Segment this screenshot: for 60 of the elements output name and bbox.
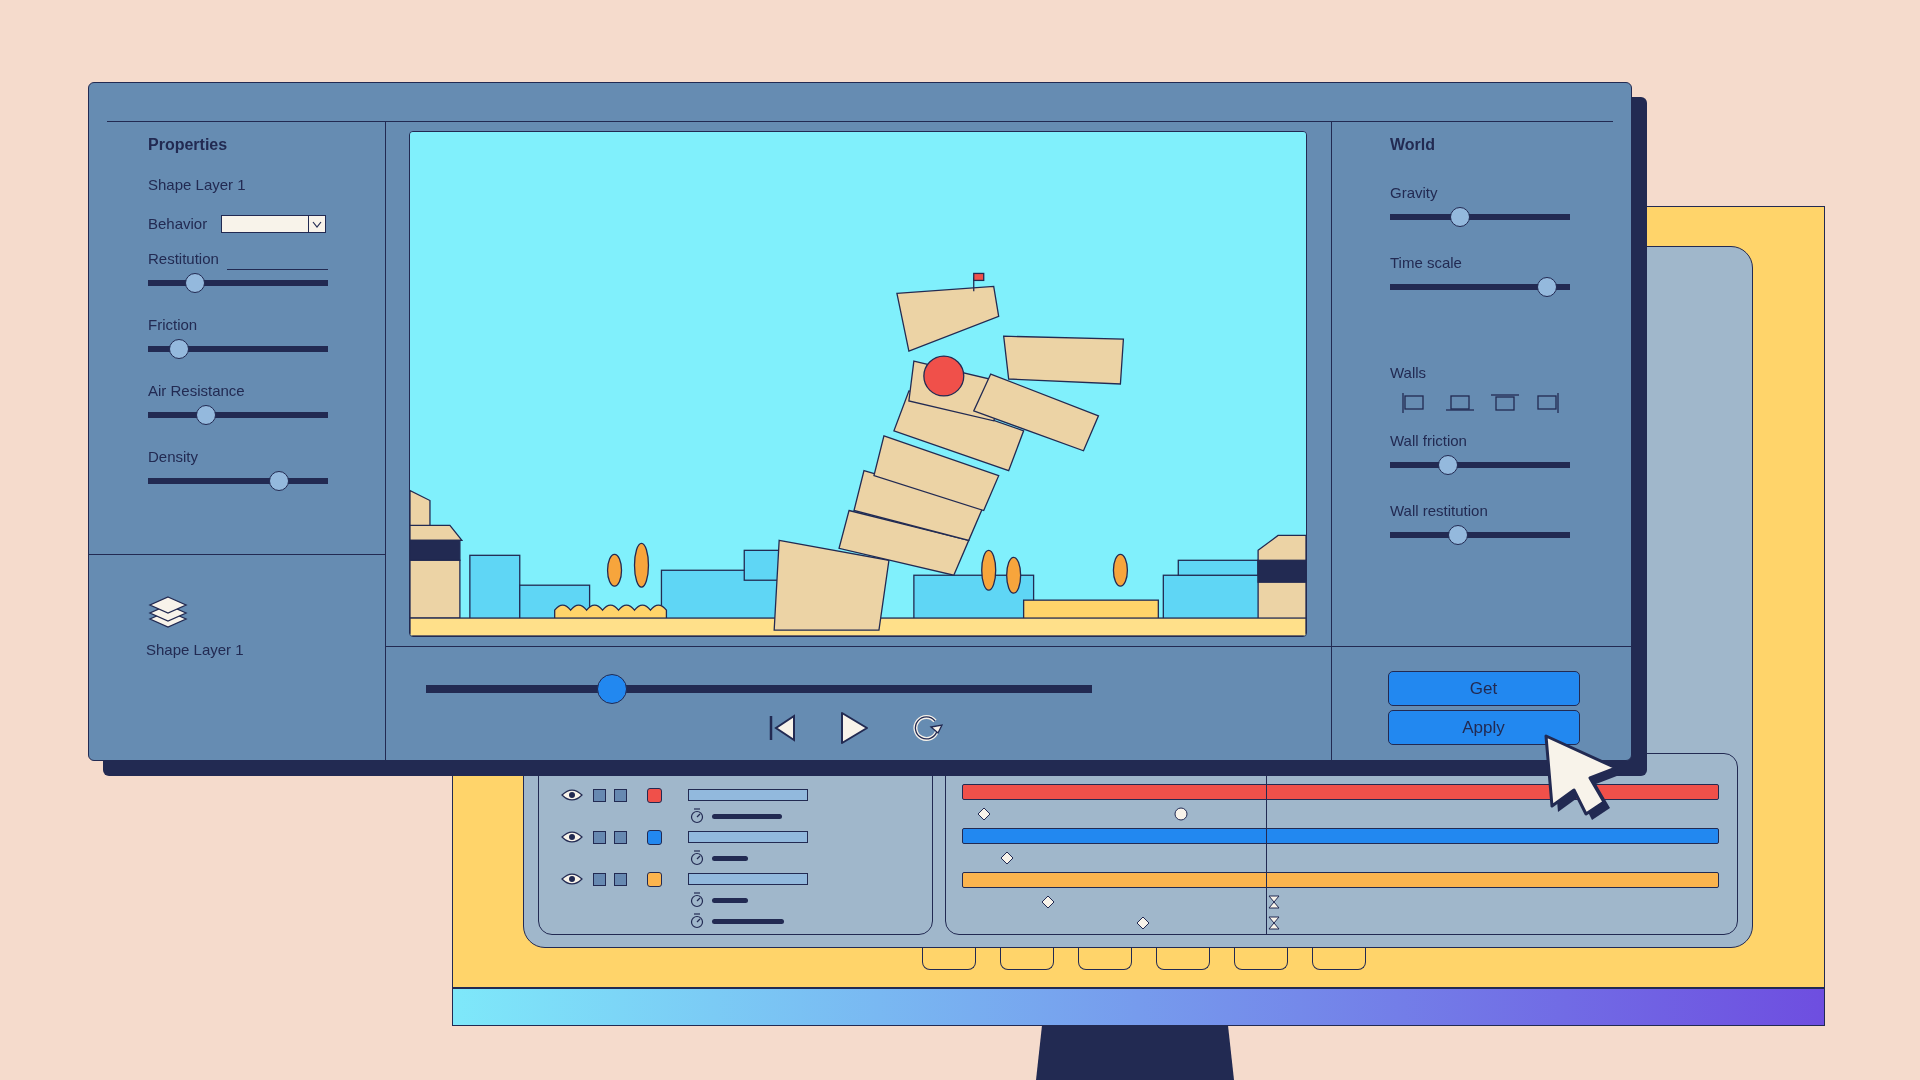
property-bar (712, 918, 784, 924)
slider-thumb[interactable] (1536, 277, 1557, 297)
stopwatch-icon (690, 850, 704, 866)
wall-top-icon[interactable] (1490, 392, 1520, 414)
play-icon[interactable] (838, 711, 869, 745)
layer-name[interactable]: Shape Layer 1 (146, 641, 244, 659)
eye-icon[interactable] (561, 788, 583, 802)
keyframe-hourglass-icon[interactable] (1267, 895, 1282, 909)
keyframe-hourglass-icon[interactable] (1267, 916, 1282, 930)
property-bar (712, 813, 782, 819)
keyframe-diamond-icon[interactable] (977, 807, 992, 821)
slider-label: Wall friction (1390, 432, 1468, 450)
slider-label: Friction (148, 316, 198, 334)
slider-thumb[interactable] (1448, 525, 1469, 545)
slider-thumb[interactable] (269, 471, 290, 491)
slider-label: Air Resistance (148, 382, 245, 400)
toggle-square[interactable] (614, 788, 627, 802)
toggle-square[interactable] (614, 872, 627, 886)
layer-bar[interactable] (688, 831, 808, 843)
toggle-square[interactable] (593, 830, 606, 844)
eye-icon[interactable] (561, 830, 583, 844)
track-bar[interactable] (962, 784, 1719, 800)
slider-label: Restitution (148, 250, 219, 268)
panel-title: Properties (148, 136, 229, 154)
stopwatch-icon (690, 892, 704, 908)
layer-bar[interactable] (688, 789, 808, 801)
slider-label: Density (148, 448, 199, 466)
keyframe-diamond-icon[interactable] (999, 851, 1014, 865)
section-label: Walls (1390, 364, 1428, 382)
field-label: Behavior (148, 215, 208, 233)
layer-name: Shape Layer 1 (148, 176, 247, 194)
eye-icon[interactable] (561, 872, 583, 886)
keyframe-circle-icon[interactable] (1173, 807, 1188, 821)
property-bar (712, 855, 748, 861)
action-button[interactable]: Apply (1387, 710, 1580, 745)
slider-thumb[interactable] (195, 405, 216, 425)
keyframe-diamond-icon[interactable] (1041, 895, 1056, 909)
wall-bottom-icon[interactable] (1445, 392, 1475, 414)
stopwatch-icon (690, 913, 704, 929)
behavior-dropdown[interactable] (221, 215, 327, 233)
toggle-square[interactable] (614, 830, 627, 844)
stopwatch-icon (690, 808, 704, 824)
keyframe-diamond-icon[interactable] (1136, 916, 1151, 930)
slider-label: Gravity (1390, 184, 1439, 202)
slider-thumb[interactable] (1437, 455, 1458, 475)
replay-icon[interactable] (910, 713, 943, 743)
property-bar (712, 897, 748, 903)
action-button[interactable]: Get (1387, 671, 1580, 706)
panel-title: World (1390, 136, 1437, 154)
track-bar[interactable] (962, 872, 1719, 888)
toggle-square[interactable] (593, 788, 606, 802)
slider-thumb[interactable] (184, 273, 205, 293)
track-bar[interactable] (962, 828, 1719, 844)
toggle-square[interactable] (593, 872, 606, 886)
slider-label: Wall restitution (1390, 502, 1489, 520)
slider-thumb[interactable] (168, 339, 189, 359)
layer-bar[interactable] (688, 873, 808, 885)
scrubber-thumb[interactable] (596, 674, 627, 704)
slider-thumb[interactable] (1450, 207, 1471, 227)
slider-label: Time scale (1390, 254, 1463, 272)
